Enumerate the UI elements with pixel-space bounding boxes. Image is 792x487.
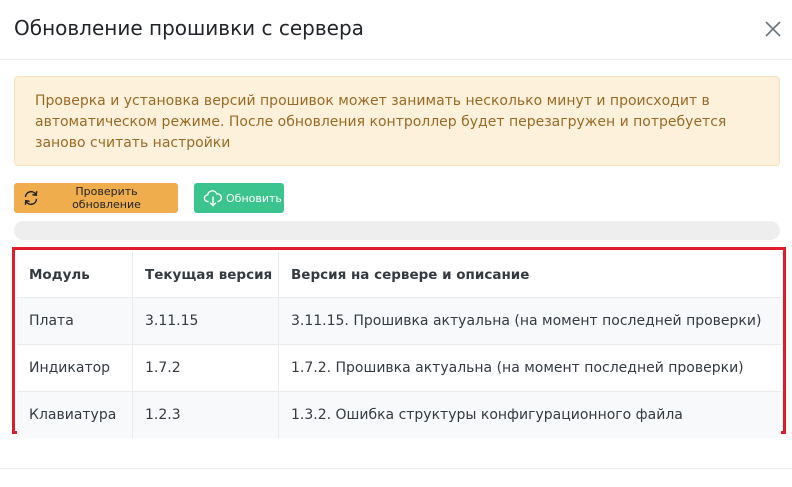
cell-server-version: 1.3.2. Ошибка структуры конфигурационног… bbox=[278, 391, 781, 438]
modal-header: Обновление прошивки с сервера bbox=[0, 0, 792, 60]
close-icon bbox=[765, 21, 781, 37]
modal-footer-divider bbox=[0, 468, 792, 469]
highlight-frame: Модуль Текущая версия Версия на сервере … bbox=[12, 247, 786, 438]
update-button[interactable]: Обновить bbox=[194, 183, 284, 213]
table-row: Плата 3.11.15 3.11.15. Прошивка актуальн… bbox=[17, 297, 781, 345]
update-label: Обновить bbox=[226, 191, 282, 205]
warning-alert: Проверка и установка версий прошивок мож… bbox=[14, 76, 780, 166]
column-header-module: Модуль bbox=[17, 252, 133, 298]
column-header-current-version: Текущая версия bbox=[132, 252, 279, 298]
cell-module: Индикатор bbox=[17, 344, 133, 392]
cell-server-version: 3.11.15. Прошивка актуальна (на момент п… bbox=[278, 297, 781, 345]
table-row: Индикатор 1.7.2 1.7.2. Прошивка актуальн… bbox=[17, 344, 781, 392]
column-header-server-version: Версия на сервере и описание bbox=[291, 266, 530, 283]
cloud-download-icon bbox=[203, 190, 222, 207]
close-button[interactable] bbox=[758, 14, 788, 44]
refresh-icon bbox=[24, 190, 38, 206]
table-row: Клавиатура 1.2.3 1.3.2. Ошибка структуры… bbox=[17, 391, 781, 438]
check-update-label: Проверить обновление bbox=[72, 185, 141, 211]
progress-bar bbox=[14, 221, 780, 240]
cell-current-version: 1.7.2 bbox=[132, 344, 279, 392]
firmware-table: Модуль Текущая версия Версия на сервере … bbox=[17, 252, 781, 438]
cell-server-version: 1.7.2. Прошивка актуальна (на момент пос… bbox=[278, 344, 781, 392]
check-update-button[interactable]: Проверить обновление bbox=[14, 183, 178, 213]
cell-module: Плата bbox=[17, 297, 133, 345]
cell-current-version: 3.11.15 bbox=[132, 297, 279, 345]
modal-title: Обновление прошивки с сервера bbox=[14, 16, 364, 40]
table-header-row: Модуль Текущая версия Версия на сервере … bbox=[17, 252, 781, 298]
cell-current-version: 1.2.3 bbox=[132, 391, 279, 438]
cell-module: Клавиатура bbox=[17, 391, 133, 438]
alert-text: Проверка и установка версий прошивок мож… bbox=[35, 93, 727, 151]
